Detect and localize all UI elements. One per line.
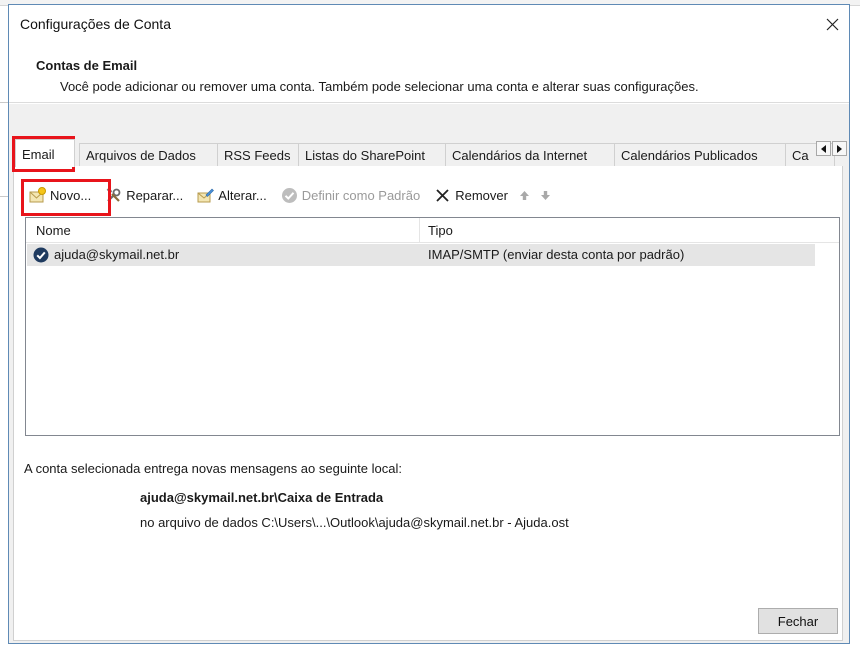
column-header-type[interactable]: Tipo [428,223,453,238]
tab-strip: Email Arquivos de Dados RSS Feeds Listas… [13,139,841,167]
new-mail-icon [29,186,46,202]
change-label: Alterar... [218,187,267,203]
remove-label: Remover [455,187,508,203]
set-default-button[interactable]: Definir como Padrão [278,182,424,208]
section-description: Você pode adicionar ou remover uma conta… [60,79,699,94]
move-down-icon[interactable] [540,190,551,201]
tab-published-calendars[interactable]: Calendários Publicados [614,143,786,167]
tab-scroll-left-icon[interactable] [816,141,831,156]
tab-internet-calendars[interactable]: Calendários da Internet [445,143,615,167]
change-button[interactable]: Alterar... [194,182,269,208]
dialog-titlebar: Configurações de Conta [9,5,849,43]
dialog-header: Contas de Email Você pode adicionar ou r… [9,43,849,103]
account-settings-dialog: Configurações de Conta Contas de Email V… [8,4,850,644]
delivery-location-label: A conta selecionada entrega novas mensag… [24,461,402,476]
tab-scroll-right-icon[interactable] [832,141,847,156]
delivery-data-file: no arquivo de dados C:\Users\...\Outlook… [140,515,569,530]
repair-label: Reparar... [126,187,184,203]
tab-data-files[interactable]: Arquivos de Dados [79,143,218,167]
email-tab-panel: Novo... Reparar... Alterar... Definir co… [13,166,843,641]
tab-rss-feeds[interactable]: RSS Feeds [217,143,299,167]
account-row[interactable]: ajuda@skymail.net.br IMAP/SMTP (enviar d… [27,244,815,266]
close-button[interactable]: Fechar [758,608,838,634]
background-app-left-edge [0,6,8,647]
account-toolbar: Novo... Reparar... Alterar... Definir co… [26,182,561,208]
delivery-folder-path: ajuda@skymail.net.br\Caixa de Entrada [140,490,384,505]
dialog-title: Configurações de Conta [20,16,171,32]
account-name: ajuda@skymail.net.br [54,247,180,262]
column-separator[interactable] [419,218,420,243]
close-icon[interactable] [817,9,847,39]
list-header: Nome Tipo [26,218,839,243]
set-default-label: Definir como Padrão [301,187,421,203]
section-title: Contas de Email [36,58,138,73]
tab-scroll-buttons [816,141,847,156]
dialog-body: Email Arquivos de Dados RSS Feeds Listas… [9,104,849,643]
default-account-check-icon [33,247,49,263]
check-circle-icon [281,187,297,203]
repair-button[interactable]: Reparar... [102,182,186,208]
move-up-icon[interactable] [519,190,530,201]
edit-mail-icon [197,188,215,202]
remove-button[interactable]: Remover [431,182,511,208]
account-type: IMAP/SMTP (enviar desta conta por padrão… [428,247,685,262]
new-account-button[interactable]: Novo... [26,182,94,208]
remove-x-icon [436,188,449,202]
tab-sharepoint-lists[interactable]: Listas do SharePoint [298,143,446,167]
tab-email[interactable]: Email [15,139,75,167]
new-account-label: Novo... [50,187,92,203]
column-header-name[interactable]: Nome [36,223,71,238]
tools-icon [106,187,121,202]
accounts-list: Nome Tipo ajuda@skymail.net.br IMAP/SMTP… [25,217,840,436]
